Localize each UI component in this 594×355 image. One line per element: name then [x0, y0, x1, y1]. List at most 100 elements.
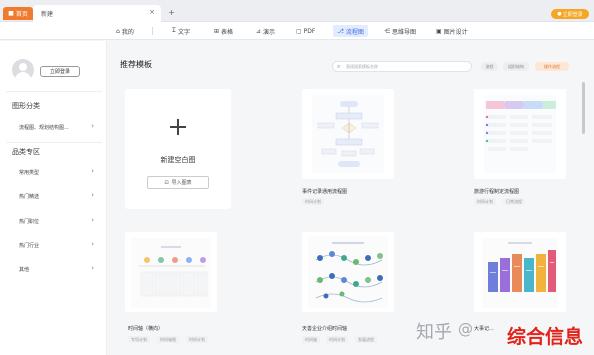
sidebar-item-label: 热门职位 — [19, 219, 40, 225]
chevron-right-icon: › — [91, 240, 94, 248]
search-input[interactable]: ⌕ 直接搜索模板名称 — [332, 61, 472, 72]
sidebar-divider — [6, 142, 102, 143]
sidebar-heading-category: 品类专区 — [12, 148, 40, 156]
template-name[interactable]: 时间轴（横向） — [128, 325, 163, 332]
sidebar-item-flowchart-types[interactable]: 流程图、规划结构图... › — [8, 120, 98, 135]
toolbar-item-flowchart[interactable]: ⎇ 流程图 — [333, 25, 368, 37]
toolbar-item-label: 演示 — [263, 28, 276, 36]
hot-search-chip[interactable]: 操作流程 — [535, 62, 569, 71]
itinerary-preview — [484, 95, 556, 173]
document-tab[interactable]: 新建 × + — [33, 5, 175, 22]
app-toolbar: ⌂ 我的 Ꮖ 文字 ⊞ 表格 ⊿ 演示 ▢ PDF ⎇ 流程图 ⋲ 思维导图 ▣ — [0, 22, 594, 40]
zhihu-watermark: 知乎 — [416, 322, 452, 343]
sidebar-item-label: 常用类型 — [19, 170, 40, 176]
toolbar-item-label: 我的 — [121, 28, 134, 36]
sidebar-item-hot-industry[interactable]: 热门行业 › — [8, 238, 98, 253]
timeline-preview — [131, 238, 211, 308]
chevron-right-icon: › — [91, 167, 94, 175]
toolbar-item-label: 思维导图 — [392, 28, 417, 36]
hot-search-chip[interactable]: 组织结构 — [503, 62, 529, 71]
sidebar: 立即登录 图形分类 流程图、规划结构图... › 品类专区 常用类型 › 热门精… — [0, 41, 107, 355]
sidebar-item-hot-jobs[interactable]: 热门职位 › — [8, 214, 98, 229]
toolbar-item-text[interactable]: Ꮖ 文字 — [172, 25, 190, 37]
hot-search-chip[interactable]: 流程 — [481, 62, 498, 71]
toolbar-item-image-design[interactable]: ▣ 图片设计 — [436, 25, 468, 37]
template-tag: 时间计划 — [326, 336, 348, 343]
document-tab-label: 新建 — [41, 11, 54, 18]
template-tag: 时间轴 — [302, 336, 320, 343]
close-icon[interactable]: × — [149, 8, 155, 16]
add-tab-icon[interactable]: + — [168, 8, 175, 17]
top-login-label: 立即登录 — [562, 11, 583, 18]
template-name[interactable]: 事件记录通用流程图 — [302, 188, 347, 195]
table-icon: ⊞ — [214, 27, 220, 35]
home-tab-icon: ■ — [8, 10, 14, 17]
sidebar-item-label: 热门行业 — [19, 243, 40, 249]
sidebar-login-button[interactable]: 立即登录 — [40, 66, 80, 77]
plus-icon — [170, 119, 186, 135]
sidebar-divider — [6, 91, 102, 92]
sidebar-heading-graph: 图形分类 — [12, 102, 40, 110]
home-tab-label: 首页 — [15, 11, 28, 18]
search-placeholder: 直接搜索模板名称 — [346, 64, 378, 69]
toolbar-item-pdf[interactable]: ▢ PDF — [296, 25, 315, 37]
search-icon: ⌕ — [337, 63, 341, 70]
flowchart-preview — [312, 95, 384, 173]
template-thumbnail[interactable] — [302, 89, 394, 179]
template-tag: 时间计划 — [474, 198, 496, 205]
milestone-preview — [482, 238, 558, 308]
import-chart-button[interactable]: ⊡ 导入图表 — [147, 176, 209, 189]
title-bar: ■ 首页 新建 × + ● 立即登录 — [0, 0, 594, 22]
brand-watermark: 综合信息 — [507, 326, 584, 348]
avatar[interactable] — [12, 59, 34, 81]
toolbar-item-label: 图片设计 — [443, 28, 468, 36]
toolbar-item-label: 表格 — [221, 28, 234, 36]
app-window: ■ 首页 新建 × + ● 立即登录 ⌂ 我的 Ꮖ 文字 ⊞ 表格 ⊿ 演示 ▢… — [0, 0, 594, 355]
template-thumbnail[interactable] — [302, 232, 394, 312]
template-name[interactable]: 旅游行程制定流程图 — [474, 188, 519, 195]
toolbar-item-presentation[interactable]: ⊿ 演示 — [256, 25, 275, 37]
company-timeline-preview — [308, 236, 388, 308]
toolbar-item-label: 文字 — [177, 28, 190, 36]
toolbar-item-table[interactable]: ⊞ 表格 — [214, 25, 233, 37]
import-icon: ⊡ — [164, 179, 169, 186]
template-tag: 日常流程 — [503, 198, 525, 205]
template-tag: 时间轴图 — [157, 336, 179, 343]
sidebar-item-hot-picks[interactable]: 热门精选 › — [8, 189, 98, 204]
template-name[interactable]: 天善企业介绍时间轴 — [302, 325, 347, 332]
template-tag: 发展进程 — [355, 336, 377, 343]
top-login-button[interactable]: ● 立即登录 — [551, 9, 589, 19]
text-icon: Ꮖ — [172, 27, 176, 34]
new-blank-card[interactable]: 新建空白图 ⊡ 导入图表 — [125, 89, 231, 209]
sidebar-item-label: 热门精选 — [19, 194, 40, 200]
chevron-right-icon: › — [91, 264, 94, 272]
template-thumbnail[interactable] — [125, 232, 217, 312]
sidebar-item-label: 其他 — [19, 267, 30, 273]
toolbar-divider — [152, 27, 153, 35]
template-name[interactable]: 大事记... — [474, 325, 494, 332]
home-tab[interactable]: ■ 首页 — [3, 7, 33, 20]
toolbar-item-label: 流程图 — [345, 28, 364, 36]
pdf-icon: ▢ — [296, 27, 302, 35]
toolbar-item-label: PDF — [303, 27, 316, 35]
template-thumbnail[interactable] — [474, 89, 566, 179]
template-tag: 时间计划 — [302, 198, 324, 205]
template-tag: 专项计划 — [128, 336, 150, 343]
chevron-right-icon: › — [91, 191, 94, 199]
toolbar-item-mindmap[interactable]: ⋲ 思维导图 — [384, 25, 416, 37]
import-chart-label: 导入图表 — [171, 180, 192, 186]
presentation-icon: ⊿ — [256, 27, 262, 35]
mindmap-icon: ⋲ — [384, 27, 390, 35]
scrollbar-thumb[interactable] — [582, 82, 585, 134]
new-blank-label: 新建空白图 — [160, 156, 196, 164]
sidebar-item-other[interactable]: 其他 › — [8, 262, 98, 277]
user-icon: ● — [557, 11, 562, 17]
template-thumbnail[interactable] — [474, 232, 566, 312]
at-watermark: @ — [458, 320, 473, 338]
toolbar-item-mine[interactable]: ⌂ 我的 — [116, 25, 134, 37]
chevron-right-icon: › — [91, 122, 94, 130]
sidebar-item-common[interactable]: 常用类型 › — [8, 165, 98, 180]
flowchart-icon: ⎇ — [337, 27, 344, 35]
image-design-icon: ▣ — [436, 27, 442, 35]
home-icon: ⌂ — [116, 27, 120, 35]
